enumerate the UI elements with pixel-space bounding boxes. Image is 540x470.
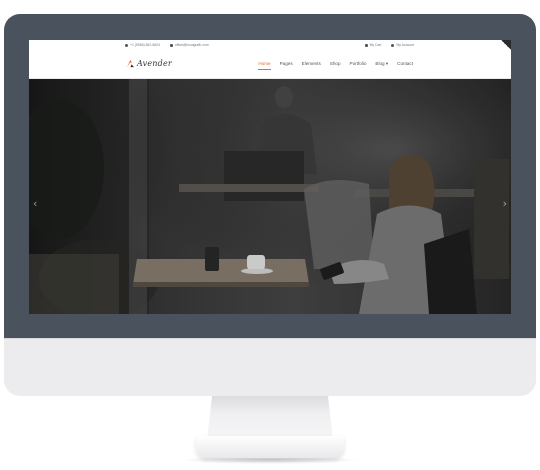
slider-prev-arrow[interactable]: ‹ — [33, 197, 37, 210]
user-icon — [391, 43, 395, 47]
phone-text: +1 (5556) 562-5603 — [130, 43, 160, 47]
nav-item-elements[interactable]: Elements — [302, 61, 321, 67]
hero-slider: ‹ › — [29, 79, 511, 314]
monitor-stand-neck — [207, 396, 333, 440]
monitor-chin — [4, 338, 536, 396]
main-navbar: Avender Home Pages Elements Shop Portfol… — [29, 50, 511, 79]
hero-photo — [29, 79, 511, 314]
account-link[interactable]: My Account — [391, 43, 414, 47]
cart-link[interactable]: My Cart — [364, 43, 382, 47]
mail-icon — [169, 43, 173, 47]
cart-icon — [364, 43, 368, 47]
primary-nav: Home Pages Elements Shop Portfolio Blog … — [258, 61, 413, 70]
corner-ribbon — [501, 40, 511, 50]
nav-item-shop[interactable]: Shop — [330, 61, 341, 67]
logo-text: Avender — [137, 59, 172, 68]
cart-label: My Cart — [369, 43, 382, 47]
logo-mark-icon — [126, 59, 135, 68]
phone-item[interactable]: +1 (5556) 562-5603 — [125, 43, 160, 47]
phone-icon — [125, 43, 128, 47]
email-item[interactable]: office@foxuigrafh.com — [169, 43, 209, 47]
account-label: My Account — [396, 43, 414, 47]
nav-item-blog[interactable]: Blog ▾ — [375, 61, 388, 67]
monitor-stand-foot — [196, 436, 344, 458]
site-logo[interactable]: Avender — [126, 59, 172, 68]
account-links: My Cart My Account — [364, 43, 414, 47]
contact-info: +1 (5556) 562-5603 office@foxuigrafh.com — [125, 43, 209, 47]
email-text: office@foxuigrafh.com — [174, 43, 209, 47]
nav-item-pages[interactable]: Pages — [280, 61, 293, 67]
nav-item-contact[interactable]: Contact — [397, 61, 413, 67]
nav-item-portfolio[interactable]: Portfolio — [350, 61, 367, 67]
monitor-screen: +1 (5556) 562-5603 office@foxuigrafh.com… — [29, 40, 511, 314]
slider-next-arrow[interactable]: › — [503, 197, 507, 210]
nav-item-home[interactable]: Home — [258, 61, 271, 70]
